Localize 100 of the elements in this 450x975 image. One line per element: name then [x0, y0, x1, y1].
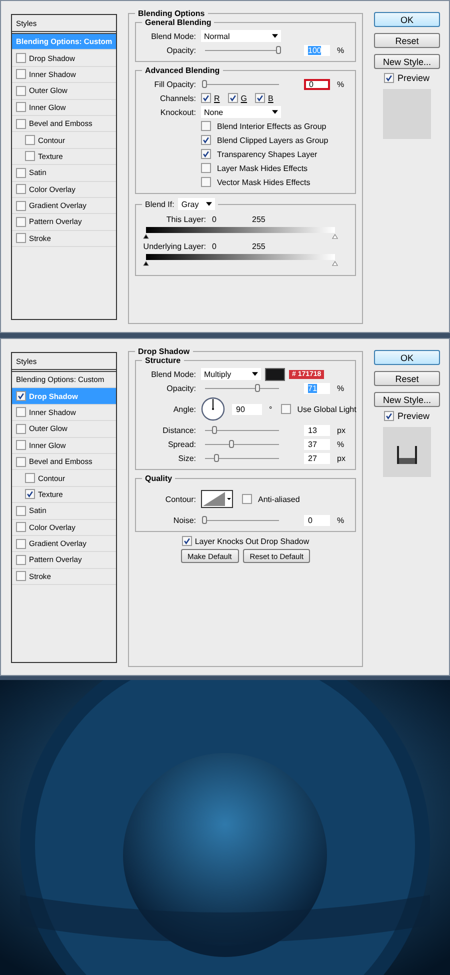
checkbox[interactable]	[201, 177, 211, 187]
slider-handle-icon[interactable]	[332, 234, 338, 239]
slider-thumb[interactable]	[276, 46, 281, 54]
field-label: Blend Mode:	[150, 32, 196, 40]
checkbox[interactable]	[16, 86, 26, 96]
color-swatch[interactable]	[265, 368, 285, 380]
slider-handle-icon[interactable]	[143, 234, 149, 239]
range-value: 255	[252, 215, 266, 224]
field-label: Distance:	[162, 426, 196, 434]
checkbox[interactable]	[16, 184, 26, 194]
checkbox[interactable]	[25, 135, 35, 146]
checkbox[interactable]	[242, 494, 252, 504]
checkbox[interactable]	[228, 93, 238, 103]
unit-label: °	[269, 404, 272, 414]
angle-dial-icon[interactable]	[201, 397, 225, 421]
checkbox[interactable]	[16, 522, 26, 532]
group-title: Advanced Blending	[144, 66, 221, 75]
dropdown[interactable]: Multiply	[201, 368, 261, 380]
dialog-button[interactable]: New Style...	[374, 392, 440, 407]
slider-thumb[interactable]	[202, 516, 207, 524]
slider-thumb[interactable]	[229, 440, 234, 448]
channel-checkbox[interactable]: R	[201, 93, 220, 103]
value-field[interactable]: 37	[304, 438, 330, 450]
checkbox[interactable]	[16, 407, 26, 418]
checkbox[interactable]	[281, 404, 292, 414]
checkbox[interactable]	[16, 571, 26, 582]
group-title: Quality	[144, 474, 174, 483]
caret-icon	[272, 34, 278, 38]
channel-checkbox[interactable]: B	[255, 93, 274, 103]
checkbox[interactable]	[25, 151, 35, 162]
slider-thumb[interactable]	[212, 426, 217, 434]
checkbox[interactable]	[16, 554, 26, 565]
value-field[interactable]: 0	[304, 514, 330, 526]
checkbox[interactable]	[201, 121, 211, 131]
group-title: Structure	[144, 356, 182, 365]
checkbox[interactable]	[16, 456, 26, 467]
checkbox[interactable]	[384, 73, 394, 83]
slider-handle-icon[interactable]	[143, 261, 149, 266]
checkbox-label: G	[240, 94, 248, 102]
checkbox[interactable]	[255, 93, 266, 103]
checkbox[interactable]	[16, 168, 26, 178]
checkbox[interactable]	[16, 538, 26, 549]
field-label: Angle:	[172, 404, 196, 414]
dialog-button[interactable]: Reset	[374, 371, 440, 386]
checkbox[interactable]	[25, 489, 35, 500]
checkbox-label: R	[214, 94, 220, 102]
dropdown[interactable]: None	[201, 106, 281, 118]
value-field[interactable]: 13	[304, 424, 330, 436]
dialog-button[interactable]: Reset	[374, 33, 440, 48]
preview-thumbnail	[383, 427, 431, 477]
checkbox[interactable]	[201, 149, 211, 159]
field-label: Underlying Layer:	[142, 242, 207, 251]
caret-icon	[206, 202, 212, 206]
checkbox[interactable]	[16, 506, 26, 516]
checkbox-label: Blend Clipped Layers as Group	[217, 136, 328, 144]
group-title: General Blending	[144, 18, 212, 27]
checkbox[interactable]	[25, 473, 35, 484]
checkbox[interactable]	[384, 411, 394, 421]
slider-thumb[interactable]	[254, 384, 260, 392]
checkbox[interactable]	[201, 135, 211, 145]
unit-label: %	[337, 80, 344, 88]
checkbox[interactable]	[16, 440, 26, 450]
checkbox[interactable]	[16, 424, 26, 434]
value-text: 0	[308, 516, 312, 524]
value-field[interactable]: 0	[304, 78, 330, 90]
checkbox[interactable]	[182, 536, 192, 546]
checkbox[interactable]	[16, 53, 26, 64]
checkbox-label: Use Global Light	[297, 404, 356, 414]
unit-label: px	[337, 426, 346, 434]
checkbox[interactable]	[16, 391, 26, 402]
value-field[interactable]: 27	[304, 452, 330, 464]
contour-picker[interactable]	[201, 490, 233, 508]
range-value: 255	[252, 242, 266, 251]
dialog-button[interactable]: New Style...	[374, 54, 440, 69]
caret-icon	[252, 372, 258, 376]
slider-handle-icon[interactable]	[332, 261, 338, 266]
channel-checkbox[interactable]: G	[228, 93, 248, 103]
checkbox[interactable]	[201, 93, 211, 103]
gradient-slider[interactable]	[146, 254, 335, 266]
checkbox[interactable]	[16, 216, 26, 227]
field-label: Opacity:	[166, 384, 196, 392]
slider-thumb[interactable]	[214, 454, 219, 462]
checkbox[interactable]	[16, 118, 26, 129]
checkbox-label: Anti-aliased	[258, 494, 300, 504]
value-text: 71	[308, 384, 317, 392]
gradient-slider[interactable]	[146, 227, 335, 239]
checkbox[interactable]	[16, 102, 26, 112]
dropdown[interactable]: Normal	[201, 30, 281, 42]
checkbox[interactable]	[16, 69, 26, 80]
checkbox-label: B	[268, 94, 274, 102]
unit-label: %	[337, 384, 344, 392]
checkbox[interactable]	[16, 233, 26, 244]
dialog-button[interactable]: OK	[374, 350, 440, 365]
slider-thumb[interactable]	[202, 80, 207, 88]
checkbox[interactable]	[201, 163, 211, 173]
dialog-button[interactable]: OK	[374, 12, 440, 27]
angle-field[interactable]: 90	[232, 404, 262, 414]
checkbox[interactable]	[16, 200, 26, 211]
unit-label: %	[337, 46, 344, 54]
dropdown[interactable]: Gray	[178, 198, 216, 210]
